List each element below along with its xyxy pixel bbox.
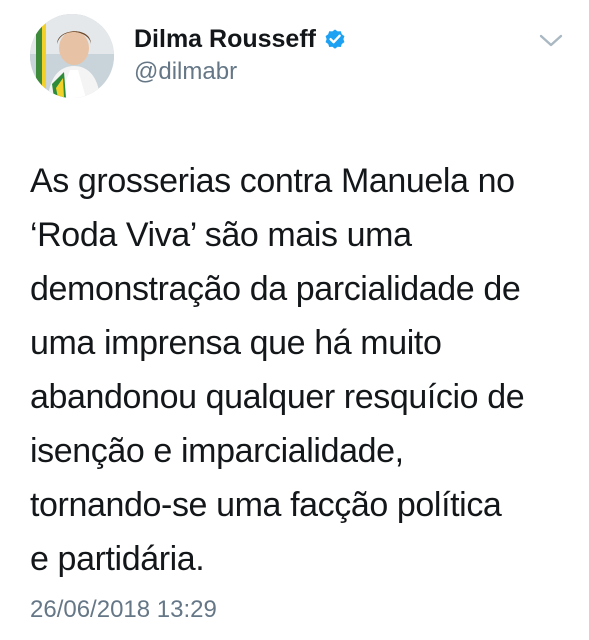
verified-badge-icon xyxy=(323,27,347,51)
chevron-down-icon[interactable] xyxy=(538,32,564,50)
tweet-timestamp[interactable]: 26/06/2018 13:29 xyxy=(30,596,217,624)
author-name-row: Dilma Rousseff xyxy=(134,24,347,54)
tweet-text-line: ‘Roda Viva’ são mais uma xyxy=(30,216,412,254)
tweet-text-line: As grosserias contra Manuela no xyxy=(30,162,515,200)
avatar[interactable] xyxy=(30,14,114,98)
avatar-image xyxy=(30,14,114,98)
author-display-name[interactable]: Dilma Rousseff xyxy=(134,25,316,54)
tweet-text-line: e partidária. xyxy=(30,540,205,578)
tweet-text-line: demonstração da parcialidade de xyxy=(30,270,521,308)
tweet-text-line: tornando-se uma facção política xyxy=(30,486,502,524)
tweet-text-line: isenção e imparcialidade, xyxy=(30,432,404,470)
tweet-text: As grosserias contra Manuela no ‘Roda Vi… xyxy=(30,154,575,586)
tweet-card: Dilma Rousseff @dilmabr As grosserias co… xyxy=(0,0,589,640)
author-handle[interactable]: @dilmabr xyxy=(134,58,237,86)
tweet-text-line: uma imprensa que há muito xyxy=(30,324,442,362)
tweet-text-line: abandonou qualquer resquício de xyxy=(30,378,525,416)
